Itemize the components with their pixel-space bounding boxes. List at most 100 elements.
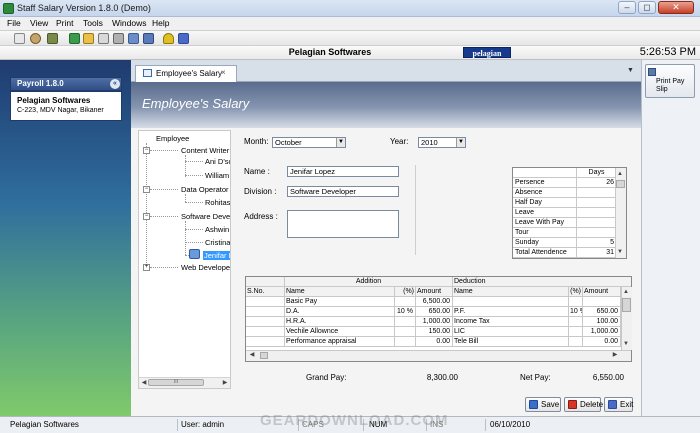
menu-tools[interactable]: Tools [83, 18, 103, 28]
delete-button[interactable]: Delete [564, 397, 603, 412]
exit-button[interactable]: Exit [604, 397, 633, 412]
tree-employee[interactable]: Cristina F [205, 238, 230, 247]
scroll-right-icon[interactable]: ▶ [610, 350, 620, 360]
tree-employee-selected[interactable]: Jenifar L [203, 251, 230, 260]
table-cell[interactable] [453, 297, 569, 307]
tree-root[interactable]: Employee [156, 134, 189, 143]
table-cell[interactable]: D.A. [285, 307, 395, 317]
table-cell[interactable]: 100.00 [583, 317, 621, 327]
tree-scroll-thumb[interactable]: III [148, 379, 204, 386]
col-ded-amount[interactable]: Amount [583, 287, 621, 297]
table-cell[interactable]: 150.00 [416, 327, 453, 337]
menu-help[interactable]: Help [152, 18, 169, 28]
scroll-down-icon[interactable]: ▼ [615, 247, 625, 257]
col-ded-name[interactable]: Name [453, 287, 569, 297]
table-cell[interactable]: P.F. [453, 307, 569, 317]
table-cell[interactable]: LIC [453, 327, 569, 337]
table-cell[interactable] [395, 337, 416, 347]
division-field[interactable]: Software Developer [287, 186, 399, 197]
col-add-amount[interactable]: Amount [416, 287, 453, 297]
maximize-button[interactable]: ◻ [638, 1, 656, 14]
tree-employee[interactable]: Ashwin M [205, 225, 230, 234]
table-cell[interactable] [583, 297, 621, 307]
address-field[interactable] [287, 210, 399, 238]
minimize-button[interactable]: – [618, 1, 636, 14]
table-cell[interactable]: 6,500.00 [416, 297, 453, 307]
table-cell[interactable]: 0.00 [583, 337, 621, 347]
menu-windows[interactable]: Windows [112, 18, 146, 28]
table-cell[interactable]: Income Tax [453, 317, 569, 327]
tree-group-web-developer[interactable]: Web Developer [181, 263, 230, 272]
table-cell[interactable]: 650.00 [583, 307, 621, 317]
tree-expander-icon[interactable]: − [143, 213, 150, 220]
tree-expander-icon[interactable]: − [143, 186, 150, 193]
name-field[interactable]: Jenifar Lopez [287, 166, 399, 177]
table-cell[interactable] [569, 327, 583, 337]
new-icon[interactable] [14, 33, 25, 44]
employee-icon [189, 249, 200, 259]
grid-horizontal-scrollbar[interactable] [246, 350, 631, 361]
table-cell[interactable]: 650.00 [416, 307, 453, 317]
table-cell[interactable] [395, 327, 416, 337]
scroll-thumb[interactable] [622, 298, 631, 312]
month-select[interactable]: October ▼ [272, 137, 346, 148]
table-cell[interactable]: 0.00 [416, 337, 453, 347]
close-button[interactable]: ✕ [658, 1, 694, 14]
menu-print[interactable]: Print [56, 18, 73, 28]
tree-expander-icon[interactable]: − [143, 147, 150, 154]
scroll-down-icon[interactable]: ▼ [621, 339, 631, 349]
tools-icon[interactable] [113, 33, 124, 44]
table-cell[interactable]: Vechile Allownce [285, 327, 395, 337]
col-add-pct[interactable]: (%) [395, 287, 416, 297]
table-cell[interactable]: Performance appraisal [285, 337, 395, 347]
users-icon[interactable] [69, 33, 80, 44]
table-cell[interactable]: Tele Bill [453, 337, 569, 347]
menu-file[interactable]: File [7, 18, 21, 28]
key-icon[interactable] [83, 33, 94, 44]
table-cell[interactable] [569, 317, 583, 327]
list-icon[interactable] [98, 33, 109, 44]
table-cell[interactable]: 10 % [569, 307, 583, 317]
scroll-thumb[interactable] [260, 352, 268, 359]
printer-icon [648, 68, 656, 76]
tree-employee[interactable]: Ani D'sou [205, 157, 230, 166]
year-select[interactable]: 2010 ▼ [418, 137, 466, 148]
scroll-up-icon[interactable]: ▲ [615, 169, 625, 179]
chevron-down-icon[interactable]: ▼ [456, 138, 465, 147]
menu-view[interactable]: View [30, 18, 48, 28]
scroll-thumb[interactable] [616, 180, 625, 188]
table-cell[interactable] [569, 337, 583, 347]
table-cell[interactable]: H.R.A. [285, 317, 395, 327]
year-label: Year: [390, 137, 409, 146]
tree-group-data-operator[interactable]: Data Operator [181, 185, 229, 194]
tree-group-content-writer[interactable]: Content Writer [181, 146, 229, 155]
tree-group-software-developer[interactable]: Software Develo [181, 212, 230, 221]
table-cell[interactable]: Basic Pay [285, 297, 395, 307]
tab-close-icon[interactable]: × [221, 68, 226, 77]
exit-icon[interactable] [178, 33, 189, 44]
calculator-icon[interactable] [47, 33, 58, 44]
table-cell[interactable] [395, 297, 416, 307]
tree-employee[interactable]: Rohitash [205, 198, 230, 207]
col-add-name[interactable]: Name [285, 287, 395, 297]
table-cell[interactable] [569, 297, 583, 307]
tab-dropdown-icon[interactable]: ▼ [627, 67, 634, 74]
tree-expander-icon[interactable]: + [143, 264, 150, 271]
col-sno[interactable]: S.No. [246, 287, 285, 297]
lock-icon[interactable] [163, 33, 174, 44]
scroll-right-icon[interactable]: ▶ [220, 378, 230, 388]
chevron-down-icon[interactable]: ▼ [336, 138, 345, 147]
money-bag-icon[interactable] [30, 33, 41, 44]
scroll-left-icon[interactable]: ◀ [247, 350, 257, 360]
email-icon[interactable] [143, 33, 154, 44]
col-ded-pct[interactable]: (%) [569, 287, 583, 297]
report-icon[interactable] [128, 33, 139, 44]
table-cell[interactable]: 1,000.00 [583, 327, 621, 337]
tree-employee[interactable]: William J [205, 171, 230, 180]
table-cell[interactable] [395, 317, 416, 327]
table-cell[interactable]: 10 % [395, 307, 416, 317]
scroll-up-icon[interactable]: ▲ [621, 287, 631, 297]
collapse-icon[interactable]: « [110, 79, 120, 89]
table-cell[interactable]: 1,000.00 [416, 317, 453, 327]
save-button[interactable]: Save [525, 397, 561, 412]
